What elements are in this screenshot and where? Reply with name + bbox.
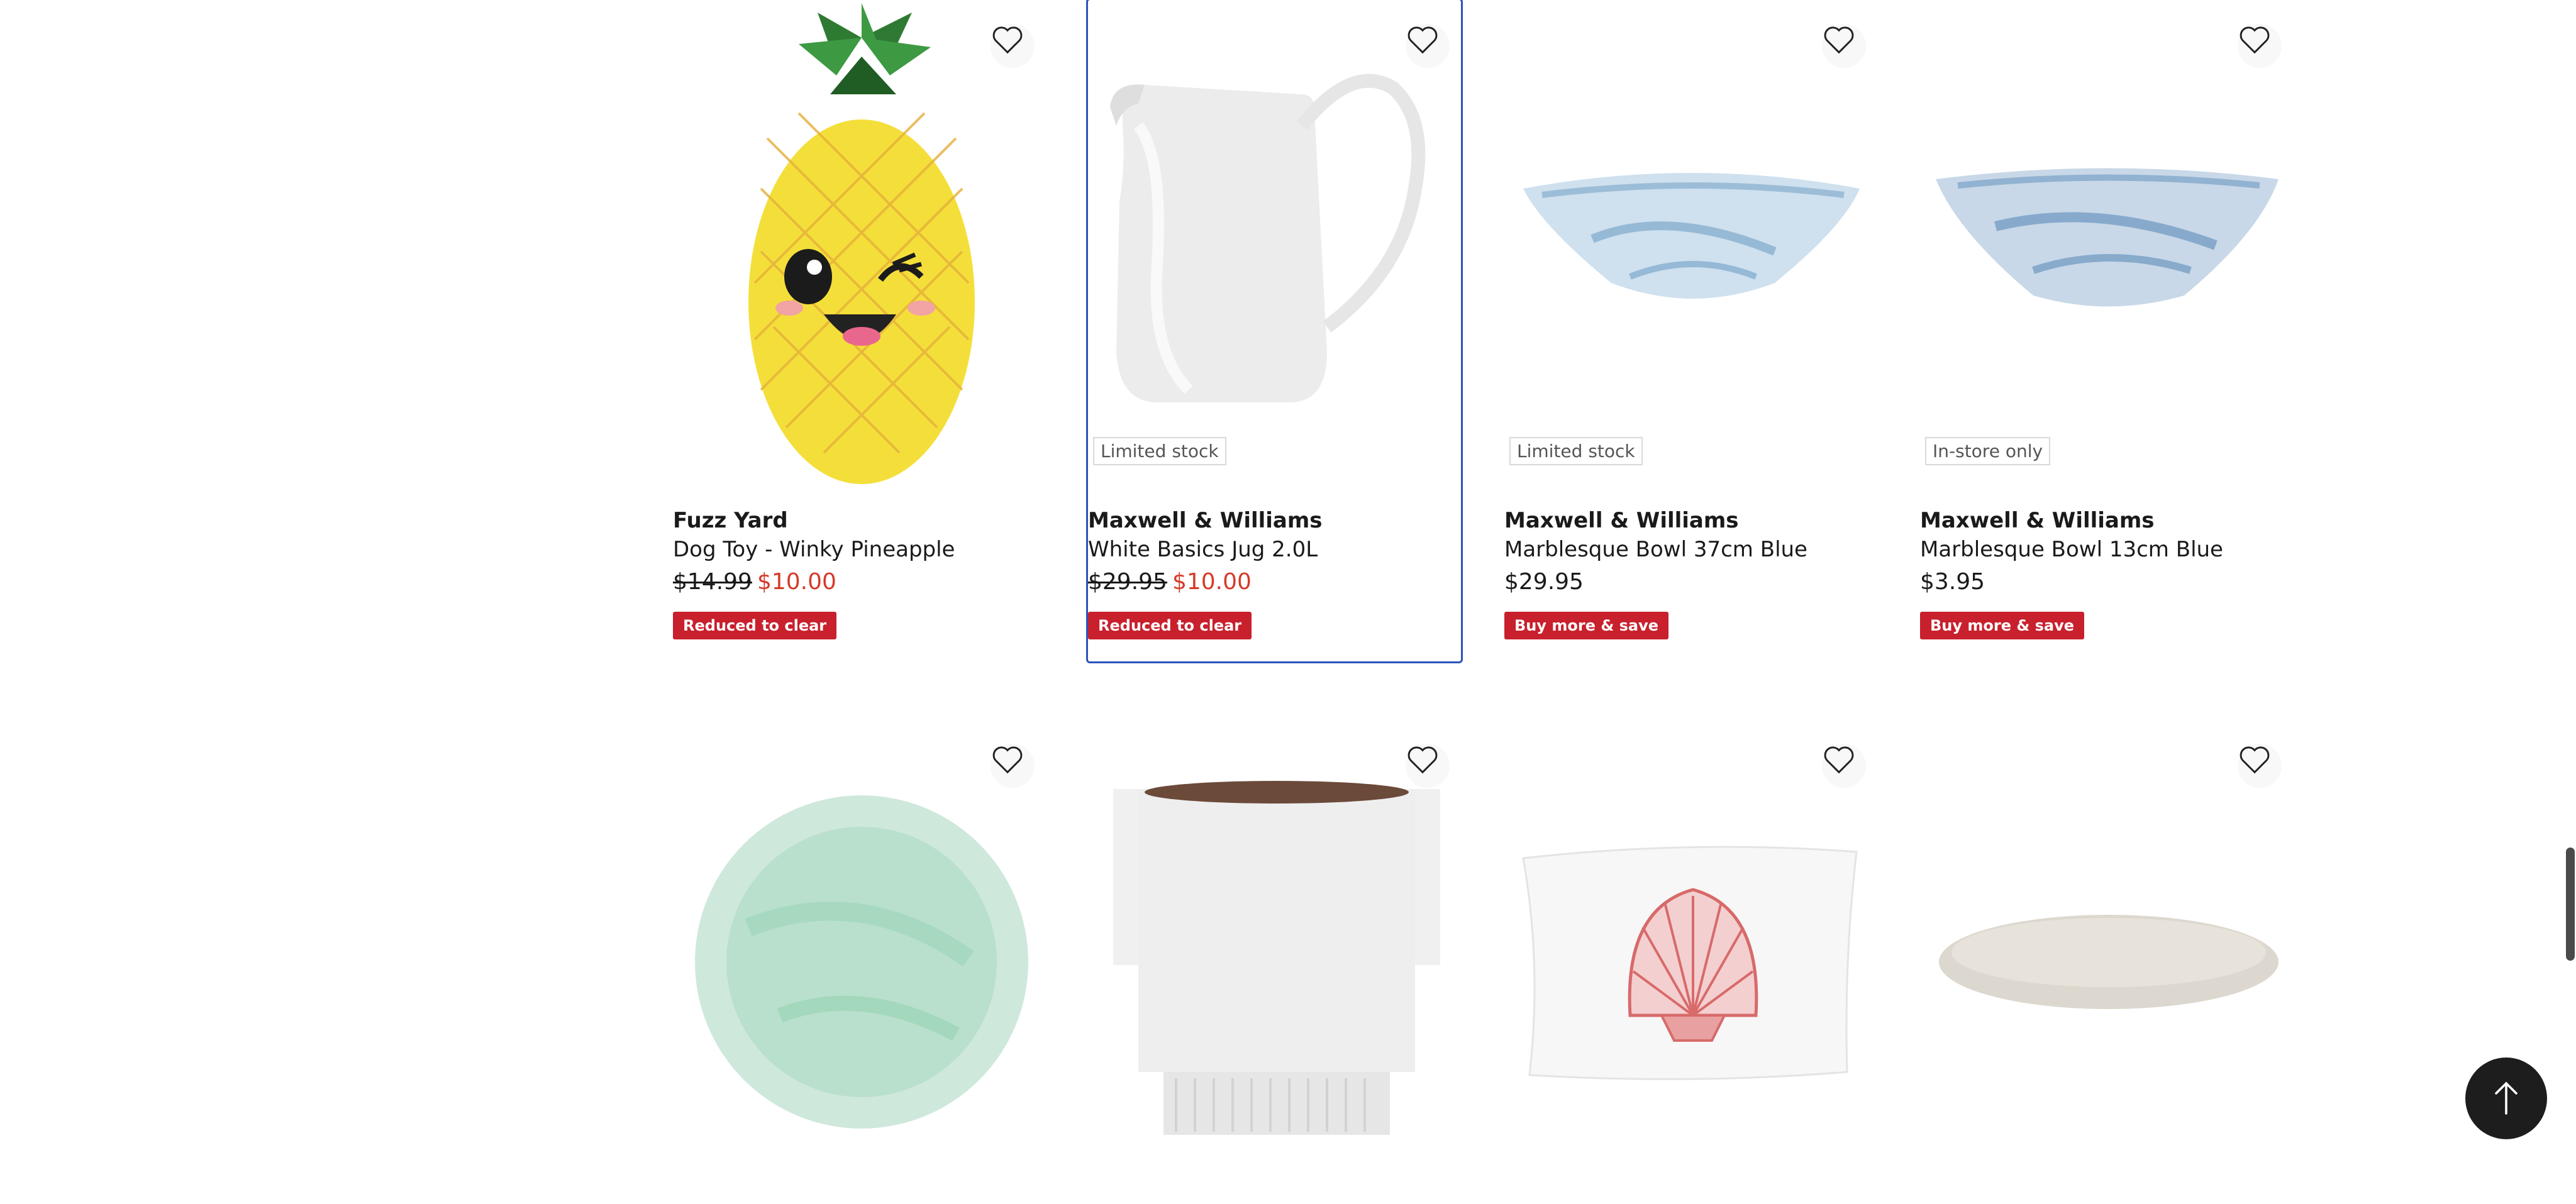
stock-label: Limited stock [1093, 437, 1226, 465]
favourite-button[interactable] [991, 24, 1035, 68]
product-image[interactable] [1920, 720, 2293, 1204]
product-card-bowl-37cm[interactable]: Limited stock Maxwell & Williams Marbles… [1504, 0, 1877, 660]
promo-badge: Buy more & save [1504, 612, 1669, 639]
product-name[interactable]: Dog Toy - Winky Pineapple [673, 535, 1046, 564]
favourite-button[interactable] [1406, 24, 1450, 68]
heart-outline-icon [992, 26, 1023, 54]
promo-badge: Buy more & save [1920, 612, 2085, 639]
product-image[interactable] [673, 0, 1046, 484]
arrow-up-icon [2495, 1081, 2518, 1115]
favourite-button[interactable] [2238, 24, 2282, 68]
stock-label: Limited stock [1509, 437, 1643, 465]
product-brand[interactable]: Maxwell & Williams [1504, 506, 1877, 535]
favourite-button[interactable] [2238, 744, 2282, 788]
was-price: $29.95 [1088, 569, 1167, 595]
product-card-shell-cushion[interactable] [1504, 720, 1877, 1168]
product-info: Fuzz Yard Dog Toy - Winky Pineapple $14.… [673, 506, 1046, 639]
favourite-button[interactable] [991, 744, 1035, 788]
product-card-bowl-13cm[interactable]: In-store only Maxwell & Williams Marbles… [1920, 0, 2293, 660]
favourite-button[interactable] [1406, 744, 1450, 788]
product-image[interactable]: In-store only [1920, 0, 2293, 484]
heart-outline-icon [1407, 26, 1438, 54]
heart-outline-icon [1824, 746, 1854, 774]
product-brand[interactable]: Maxwell & Williams [1920, 506, 2293, 535]
sale-price: $10.00 [757, 569, 836, 595]
product-image[interactable]: Limited stock [1504, 0, 1877, 484]
sale-price: $10.00 [1172, 569, 1252, 595]
product-brand[interactable]: Maxwell & Williams [1088, 506, 1461, 535]
was-price: $14.99 [673, 569, 752, 595]
product-price: $3.95 [1920, 569, 1985, 595]
heart-outline-icon [1824, 26, 1854, 54]
promo-badge: Reduced to clear [1088, 612, 1252, 639]
product-info: Maxwell & Williams White Basics Jug 2.0L… [1088, 506, 1461, 639]
favourite-button[interactable] [1822, 744, 1866, 788]
heart-outline-icon [2240, 746, 2270, 774]
product-name[interactable]: Marblesque Bowl 13cm Blue [1920, 535, 2293, 564]
product-image[interactable] [1088, 720, 1461, 1204]
product-price: $29.95 $10.00 [1088, 564, 1461, 600]
promo-badge: Reduced to clear [673, 612, 837, 639]
product-image[interactable] [673, 720, 1046, 1204]
product-brand[interactable]: Fuzz Yard [673, 506, 1046, 535]
heart-outline-icon [2240, 26, 2270, 54]
product-card-pineapple[interactable]: Fuzz Yard Dog Toy - Winky Pineapple $14.… [673, 0, 1046, 660]
back-to-top-button[interactable] [2465, 1058, 2547, 1139]
stock-label: In-store only [1925, 437, 2051, 465]
product-name[interactable]: White Basics Jug 2.0L [1088, 535, 1461, 564]
product-card-oval-platter[interactable] [1920, 720, 2293, 1168]
product-image[interactable]: Limited stock [1088, 0, 1461, 484]
favourite-button[interactable] [1822, 24, 1866, 68]
product-card-jug[interactable]: Limited stock Maxwell & Williams White B… [1086, 0, 1463, 663]
product-price: $14.99 $10.00 [673, 564, 1046, 600]
product-name[interactable]: Marblesque Bowl 37cm Blue [1504, 535, 1877, 564]
product-price: $29.95 [1504, 569, 1584, 595]
heart-outline-icon [992, 746, 1023, 774]
product-grid: Fuzz Yard Dog Toy - Winky Pineapple $14.… [673, 0, 2343, 1168]
product-card-green-plate[interactable] [673, 720, 1046, 1168]
heart-outline-icon [1407, 746, 1438, 774]
product-card-white-planter[interactable] [1088, 720, 1461, 1168]
page-scrollbar[interactable] [2566, 848, 2575, 961]
product-info: Maxwell & Williams Marblesque Bowl 13cm … [1920, 506, 2293, 639]
product-info: Maxwell & Williams Marblesque Bowl 37cm … [1504, 506, 1877, 639]
product-image[interactable] [1504, 720, 1877, 1204]
